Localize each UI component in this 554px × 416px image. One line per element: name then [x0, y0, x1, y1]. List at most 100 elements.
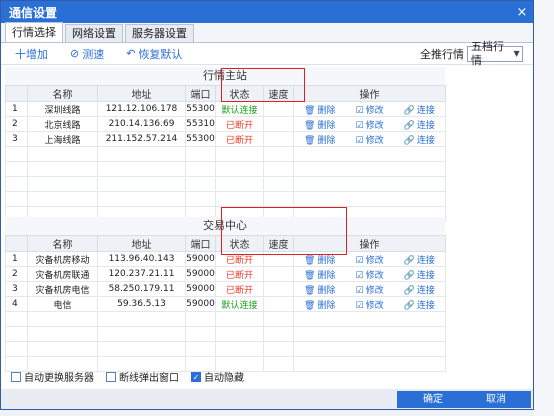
row-ops-group: 🗑 删除 ☑ 修改 🔗 连接: [295, 103, 445, 116]
row-address: 113.96.40.143: [97, 251, 186, 267]
empty-cell: [293, 161, 446, 177]
tab-market-select[interactable]: 行情选择: [5, 22, 63, 42]
connect-link[interactable]: 🔗 连接: [404, 253, 435, 266]
table-row[interactable]: 2 灾备机房联通 120.237.21.11 59000 已断开 🗑 删除 ☑ 修改 🔗 连接: [5, 266, 446, 282]
link-icon: 🔗: [403, 285, 415, 296]
empty-cell: [185, 146, 216, 162]
delete-link[interactable]: 🗑 删除: [304, 298, 335, 311]
col-name: 名称: [27, 235, 98, 252]
col-port: 端口: [185, 85, 216, 102]
test-speed-button[interactable]: ⊘ 测速: [70, 46, 104, 62]
tab-network-settings[interactable]: 网络设置: [65, 24, 123, 42]
restore-default-button[interactable]: ↶ 恢复默认: [126, 46, 182, 62]
tab-server-settings[interactable]: 服务器设置: [125, 24, 194, 42]
table-row[interactable]: [5, 176, 446, 192]
edit-icon: ☑: [355, 135, 364, 146]
add-button[interactable]: 十增加: [15, 46, 48, 62]
connect-link[interactable]: 🔗 连接: [404, 298, 435, 311]
link-icon: 🔗: [403, 105, 415, 116]
row-ops: 🗑 删除 ☑ 修改 🔗 连接: [293, 281, 446, 297]
table-row[interactable]: 1 深圳线路 121.12.106.178 55300 默认连接 🗑 删除 ☑ 修改 🔗 连接: [5, 101, 446, 117]
connect-label: 连接: [416, 285, 435, 296]
connect-link[interactable]: 🔗 连接: [404, 283, 435, 296]
close-icon[interactable]: ×: [511, 5, 533, 20]
edit-link[interactable]: ☑ 修改: [356, 268, 384, 281]
empty-cell: [5, 161, 28, 177]
row-speed: [263, 296, 294, 312]
table-row[interactable]: 4 电信 59.36.5.13 59000 默认连接 🗑 删除 ☑ 修改 🔗 连接: [5, 296, 446, 312]
edit-link[interactable]: ☑ 修改: [356, 283, 384, 296]
table-row[interactable]: 2 北京线路 210.14.136.69 55310 已断开 🗑 删除 ☑ 修改 🔗 连接: [5, 116, 446, 132]
auto-switch-server-checkbox[interactable]: 自动更换服务器: [11, 369, 94, 384]
delete-link[interactable]: 🗑 删除: [304, 268, 335, 281]
ok-button[interactable]: 确定: [397, 391, 469, 408]
empty-cell: [27, 341, 98, 357]
chevron-down-icon: ▼: [513, 48, 520, 58]
push-select[interactable]: 五档行情 ▼: [467, 40, 523, 67]
table-row[interactable]: [5, 146, 446, 162]
row-ops: 🗑 删除 ☑ 修改 🔗 连接: [293, 101, 446, 117]
table-row[interactable]: 3 灾备机房电信 58.250.179.11 59000 已断开 🗑 删除 ☑ 修改 🔗 连接: [5, 281, 446, 297]
test-speed-label: 测速: [82, 47, 105, 61]
row-index: 1: [5, 251, 28, 267]
empty-cell: [185, 326, 216, 342]
empty-cell: [97, 341, 186, 357]
cancel-button[interactable]: 取消: [461, 391, 531, 408]
col-index: [5, 235, 28, 252]
delete-link[interactable]: 🗑 删除: [304, 103, 335, 116]
edit-link[interactable]: ☑ 修改: [356, 133, 384, 146]
edit-link[interactable]: ☑ 修改: [356, 118, 384, 131]
table-row[interactable]: [5, 326, 446, 342]
connect-link[interactable]: 🔗 连接: [404, 268, 435, 281]
undo-icon: ↶: [126, 47, 136, 60]
row-name: 上海线路: [27, 131, 98, 147]
row-name: 灾备机房移动: [27, 251, 98, 267]
empty-cell: [215, 161, 264, 177]
empty-cell: [27, 311, 98, 327]
row-ops: 🗑 删除 ☑ 修改 🔗 连接: [293, 116, 446, 132]
row-speed: [263, 266, 294, 282]
connect-label: 连接: [416, 120, 435, 131]
link-icon: 🔗: [403, 135, 415, 146]
table-row[interactable]: [5, 341, 446, 357]
row-index: 4: [5, 296, 28, 312]
disconnect-popup-checkbox[interactable]: 断线弹出窗口: [106, 369, 179, 384]
auto-switch-label: 自动更换服务器: [24, 373, 94, 384]
settings-dialog: 通信设置 × 行情选择 网络设置 服务器设置 十增加 ⊘ 测速 ↶ 恢复默认 全…: [0, 0, 534, 410]
trash-icon: 🗑: [304, 270, 316, 281]
empty-cell: [185, 311, 216, 327]
trash-icon: 🗑: [304, 285, 316, 296]
link-icon: 🔗: [403, 300, 415, 311]
edit-label: 修改: [365, 105, 384, 116]
push-selector: 全推行情 五档行情 ▼: [420, 40, 533, 67]
table-row[interactable]: 3 上海线路 211.152.57.214 55300 已断开 🗑 删除 ☑ 修改 🔗 连接: [5, 131, 446, 147]
row-status: 默认连接: [215, 296, 264, 312]
edit-link[interactable]: ☑ 修改: [356, 103, 384, 116]
delete-link[interactable]: 🗑 删除: [304, 283, 335, 296]
connect-link[interactable]: 🔗 连接: [404, 103, 435, 116]
link-icon: 🔗: [403, 255, 415, 266]
delete-link[interactable]: 🗑 删除: [304, 133, 335, 146]
edit-label: 修改: [365, 120, 384, 131]
col-address: 地址: [97, 235, 186, 252]
connect-label: 连接: [416, 255, 435, 266]
row-ops-group: 🗑 删除 ☑ 修改 🔗 连接: [295, 283, 445, 296]
edit-link[interactable]: ☑ 修改: [356, 253, 384, 266]
row-address: 210.14.136.69: [97, 116, 186, 132]
empty-cell: [215, 191, 264, 207]
table-row[interactable]: [5, 191, 446, 207]
connect-link[interactable]: 🔗 连接: [404, 133, 435, 146]
connect-link[interactable]: 🔗 连接: [404, 118, 435, 131]
delete-link[interactable]: 🗑 删除: [304, 118, 335, 131]
auto-hide-checkbox[interactable]: ✓ 自动隐藏: [191, 369, 244, 384]
edit-link[interactable]: ☑ 修改: [356, 298, 384, 311]
trash-icon: 🗑: [304, 300, 316, 311]
table-row[interactable]: [5, 311, 446, 327]
connect-label: 连接: [416, 300, 435, 311]
table-row[interactable]: [5, 161, 446, 177]
push-select-value: 五档行情: [471, 39, 504, 67]
empty-cell: [293, 176, 446, 192]
empty-cell: [185, 161, 216, 177]
dialog-titlebar: 通信设置 ×: [1, 1, 533, 23]
restore-default-label: 恢复默认: [138, 47, 183, 61]
